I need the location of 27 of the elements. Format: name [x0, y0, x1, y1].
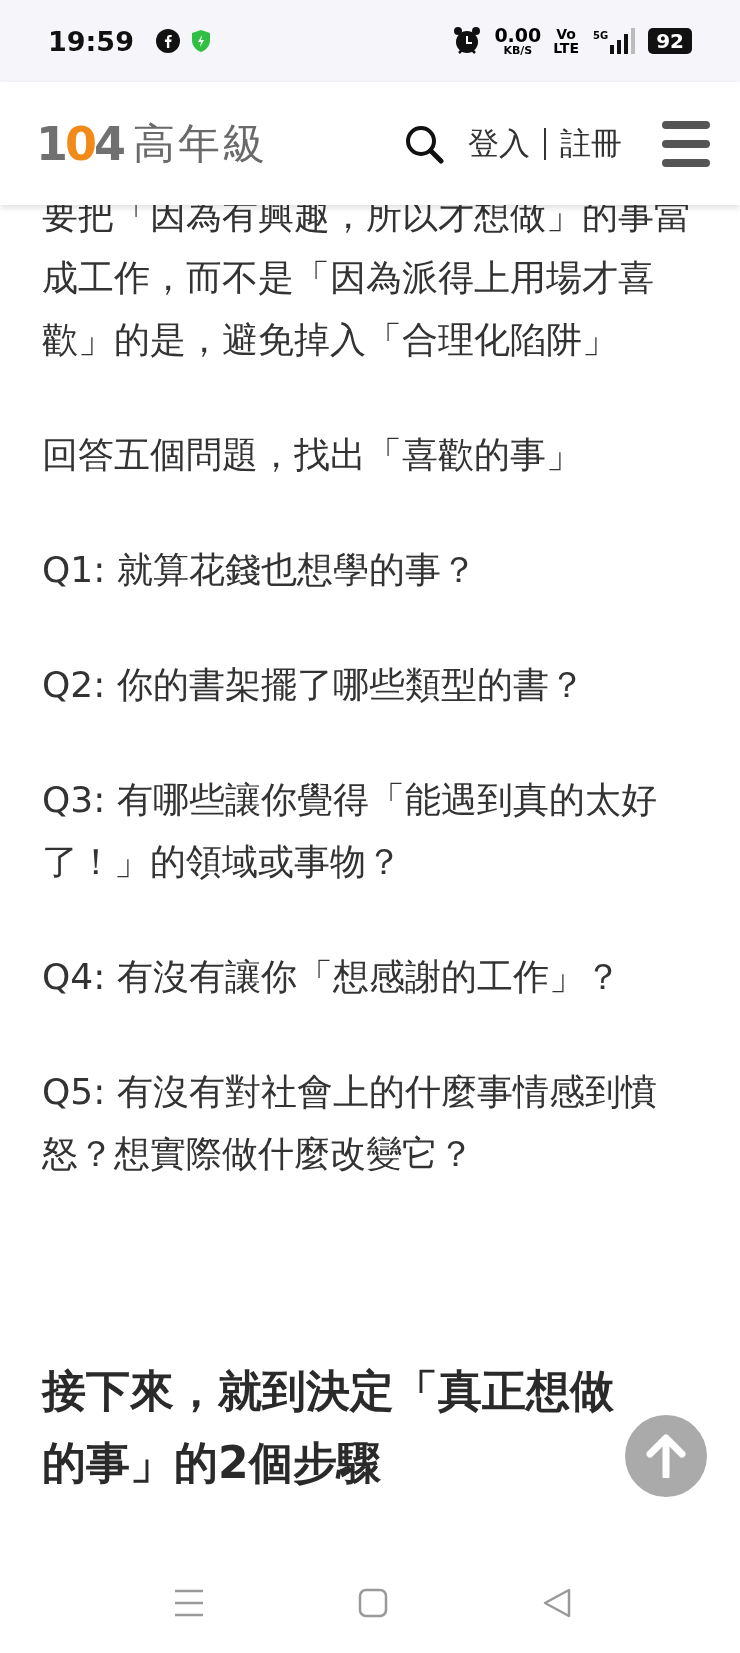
network-speed: 0.00	[494, 26, 542, 45]
network-type: 5G	[593, 30, 609, 41]
paragraph: 回答五個問題，找出「喜歡的事」	[42, 433, 583, 477]
battery-level: 92	[648, 28, 692, 54]
recent-apps-icon[interactable]	[174, 1588, 204, 1618]
home-icon[interactable]	[358, 1588, 388, 1618]
paragraph: Q3: 有哪些讓你覺得「能遇到真的太好了！」的領域或事物？	[42, 778, 658, 884]
paragraph: Q4: 有沒有讓你「想感謝的工作」？	[42, 955, 622, 999]
speed-unit: KB/S	[503, 45, 533, 56]
logo-text: 高年級	[133, 117, 269, 170]
logo[interactable]: 104	[36, 116, 124, 171]
paragraph: Q5: 有沒有對社會上的什麼事情感到憤怒？想實際做什麼改變它？	[42, 1070, 658, 1176]
alarm-clock-icon	[452, 26, 483, 56]
facebook-icon	[155, 29, 180, 53]
register-link[interactable]: 註冊	[560, 122, 622, 165]
login-link[interactable]: 登入	[468, 122, 530, 165]
search-icon[interactable]	[404, 123, 444, 164]
volte-label: LTE	[553, 41, 579, 55]
back-icon[interactable]	[542, 1588, 572, 1618]
clock-time: 19:59	[48, 25, 134, 57]
section-heading: 接下來，就到決定「真正想做的事」的2個步驟	[42, 1364, 615, 1490]
volte-label: Vo	[556, 27, 576, 41]
shield-icon	[189, 29, 212, 53]
paragraph: Q1: 就算花錢也想學的事？	[42, 548, 478, 592]
paragraph: Q2: 你的書架擺了哪些類型的書？	[42, 663, 586, 707]
menu-icon[interactable]	[662, 119, 710, 168]
arrow-up-icon	[646, 1434, 686, 1478]
